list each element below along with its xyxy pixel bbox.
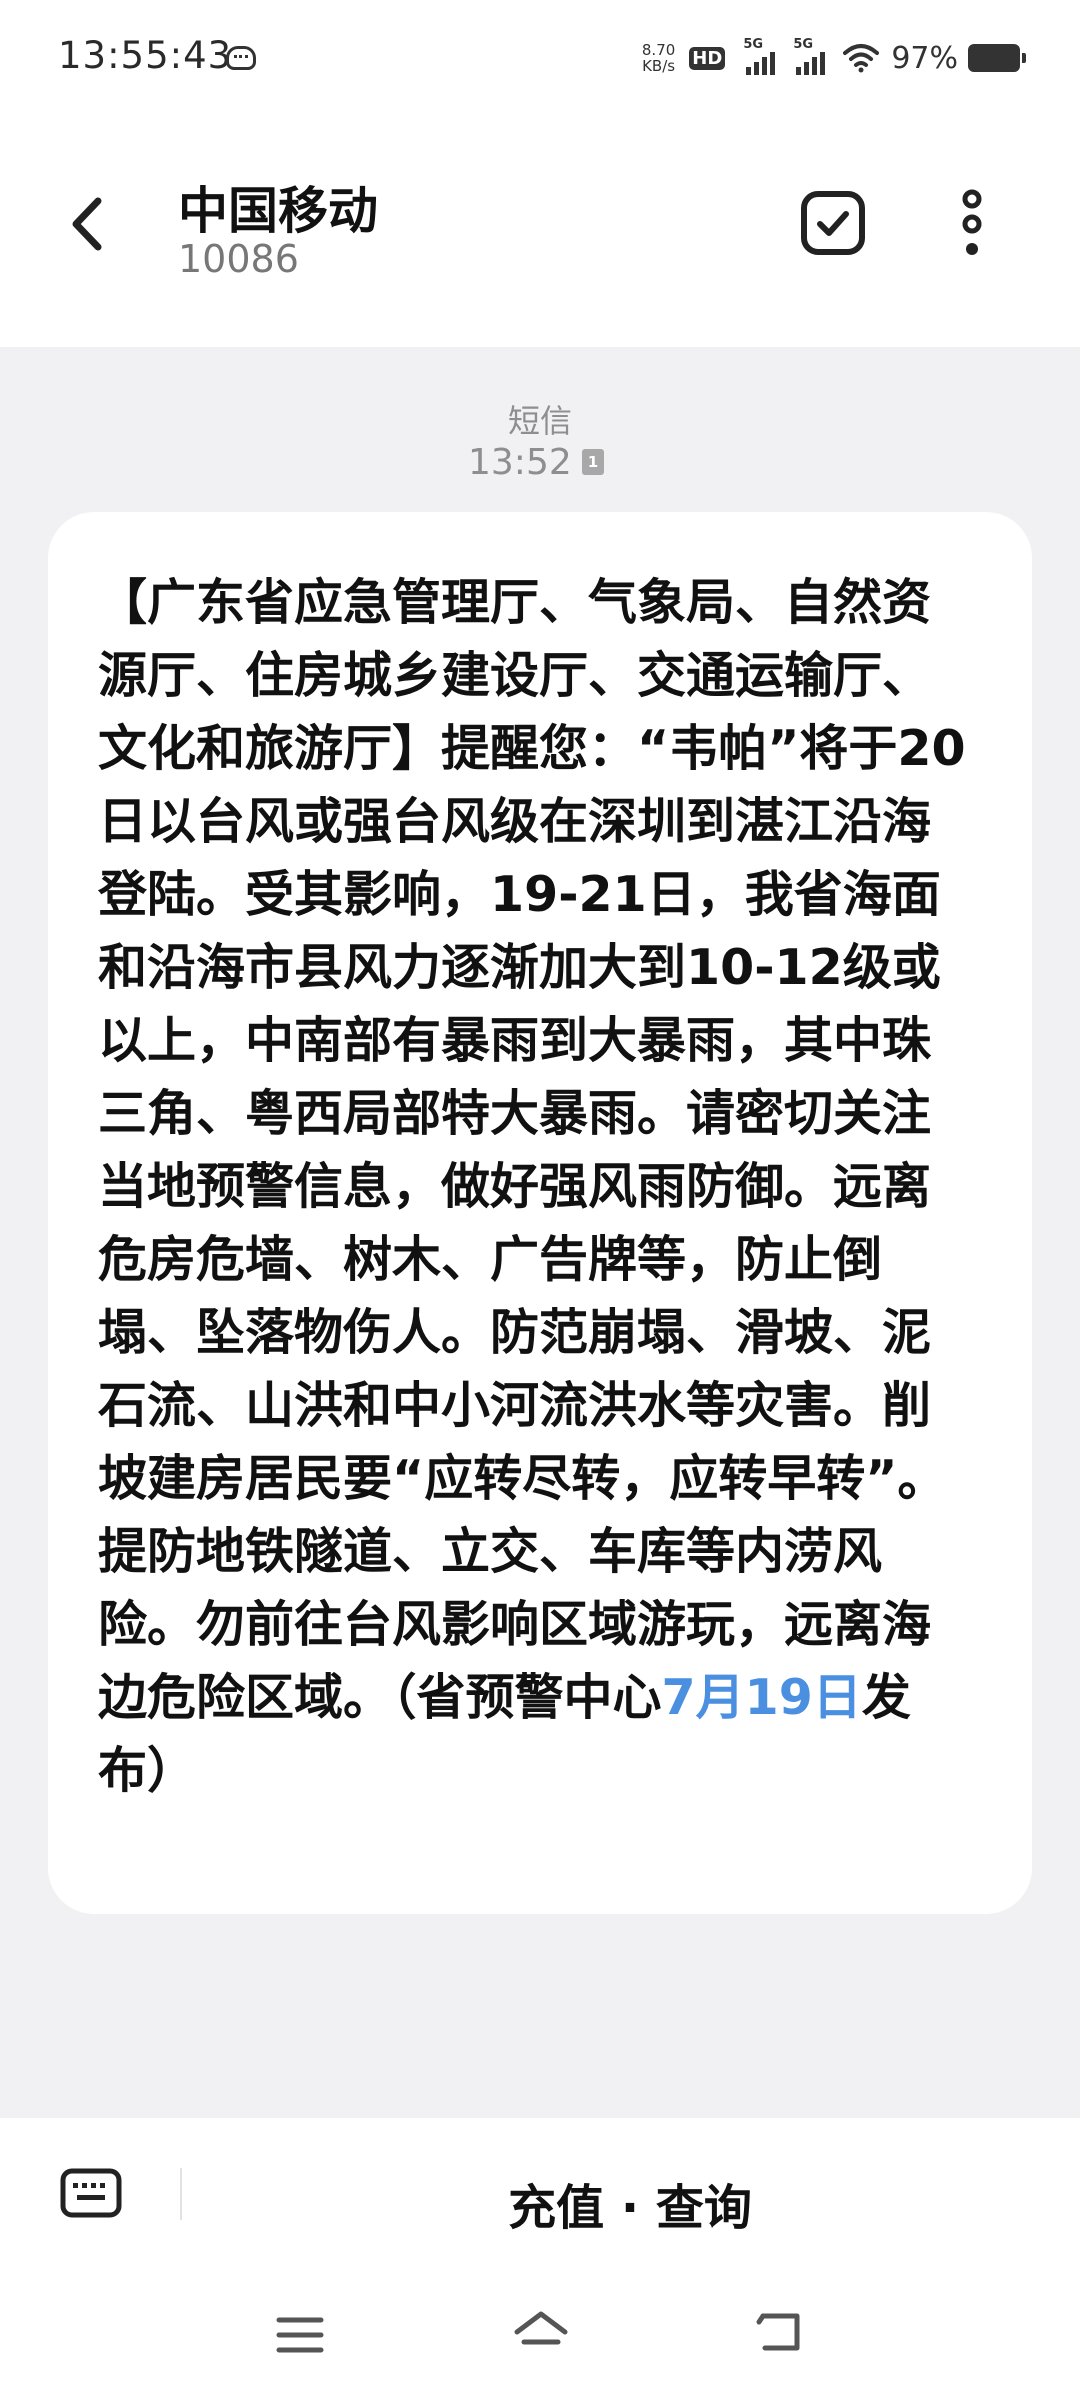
nav-back-icon[interactable]: [755, 2308, 805, 2358]
back-button[interactable]: [62, 193, 112, 255]
signal-2-icon: 5G: [793, 37, 826, 75]
select-checkbox-button[interactable]: [800, 190, 866, 256]
signal-1-label: 5G: [743, 37, 764, 52]
wifi-icon: [843, 44, 880, 73]
network-speed: 8.70 KB/s: [642, 42, 675, 74]
status-bar: 13:55:43 8.70 KB/s HD 5G 5G 97%: [0, 0, 1080, 115]
message-type-label: 短信: [507, 402, 572, 440]
contact-name: 中国移动: [178, 182, 378, 240]
sms-conversation-screen: 13:55:43 8.70 KB/s HD 5G 5G 97% 中国移动 100…: [0, 0, 1080, 2400]
network-speed-unit: KB/s: [642, 57, 676, 75]
more-options-icon[interactable]: [955, 189, 989, 259]
sim-slot-icon: 1: [582, 449, 604, 475]
nav-recents-icon[interactable]: [275, 2315, 325, 2355]
message-body-text: 【广东省应急管理厅、气象局、自然资源厅、住房城乡建设厅、交通运输厅、文化和旅游厅…: [98, 574, 966, 1726]
date-link[interactable]: 7月19日: [662, 1669, 862, 1726]
conversation-header: 中国移动 10086: [0, 115, 1080, 347]
status-time: 13:55:43: [58, 34, 233, 77]
hd-voice-icon: HD: [689, 46, 726, 70]
bottom-menu-bar: 充值 · 查询: [0, 2118, 1080, 2400]
message-time: 13:52: [468, 442, 572, 483]
message-body: 【广东省应急管理厅、气象局、自然资源厅、住房城乡建设厅、交通运输厅、文化和旅游厅…: [98, 566, 974, 1807]
signal-1-icon: 5G: [743, 37, 776, 75]
nav-home-icon[interactable]: [512, 2308, 570, 2358]
signal-2-label: 5G: [793, 37, 814, 52]
notification-app-icon: [226, 46, 256, 70]
battery-percent: 97%: [891, 40, 958, 76]
network-speed-value: 8.70: [641, 41, 676, 59]
battery-icon: [968, 44, 1026, 72]
status-indicators: 8.70 KB/s HD 5G 5G 97%: [642, 37, 1026, 78]
contact-number: 10086: [178, 237, 299, 281]
recharge-query-menu[interactable]: 充值 · 查询: [0, 2168, 1080, 2238]
message-bubble[interactable]: 【广东省应急管理厅、气象局、自然资源厅、住房城乡建设厅、交通运输厅、文化和旅游厅…: [48, 512, 1032, 1914]
